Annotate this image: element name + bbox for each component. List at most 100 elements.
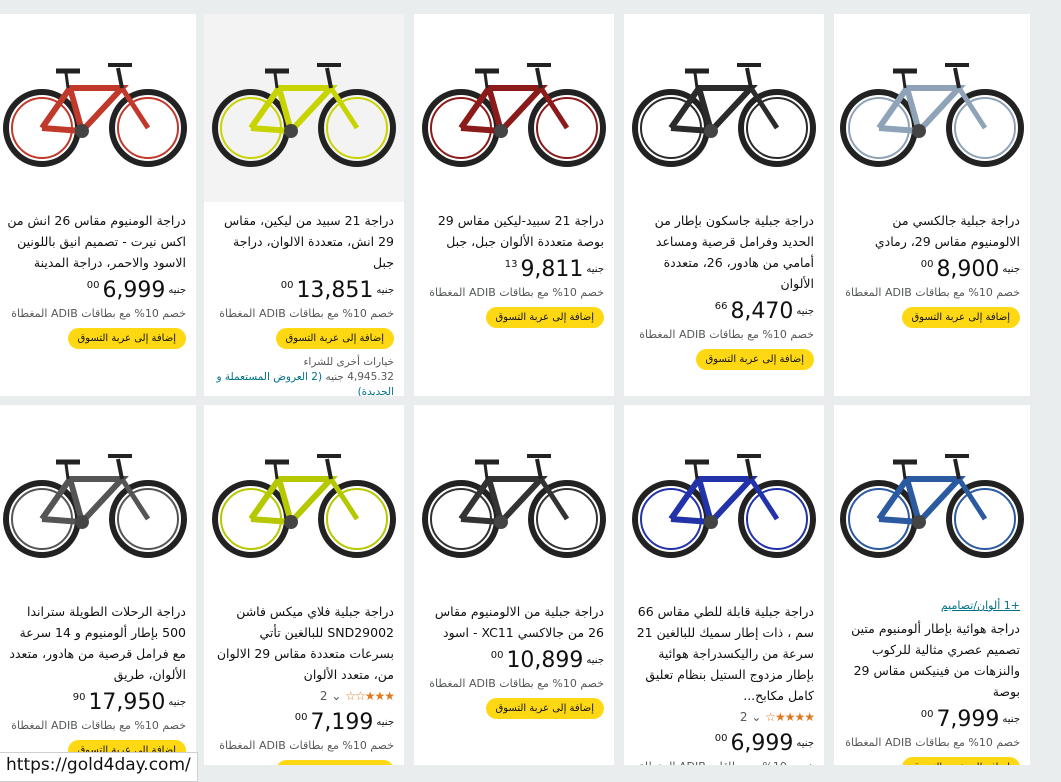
bicycle-icon <box>632 454 816 558</box>
add-to-cart-button[interactable]: إضافة إلى عربة التسوق <box>67 328 186 349</box>
currency-label: جنيه <box>1002 714 1020 725</box>
price-fraction: 00 <box>714 733 728 744</box>
chevron-down-icon: ⌄ <box>751 710 762 724</box>
price-whole: 13,851 <box>296 278 374 303</box>
price-fraction: 00 <box>280 280 294 291</box>
add-to-cart-button[interactable]: إضافة إلى عربة التسوق <box>275 760 394 765</box>
product-image[interactable] <box>414 405 614 593</box>
currency-label: جنيه <box>796 306 814 317</box>
product-card[interactable]: دراجة جبلية قابلة للطي مقاس 66 سم ، ذات … <box>624 405 824 765</box>
price-whole: 8,900 <box>936 257 1000 282</box>
product-image[interactable] <box>0 14 196 202</box>
price: جنيه 13,851 00 <box>214 277 394 305</box>
price: جنيه 8,900 00 <box>844 256 1020 284</box>
product-info: +1 ألوان/تصاميم دراجة هوائية بإطار ألومني… <box>844 599 1020 765</box>
currency-label: جنيه <box>376 717 394 728</box>
product-grid: دراجة جبلية جالكسي من الالومنيوم مقاس 29… <box>0 0 1061 782</box>
currency-label: جنيه <box>376 285 394 296</box>
product-card[interactable]: دراجة جبلية جاسكون بإطار من الحديد وفرام… <box>624 14 824 396</box>
product-title[interactable]: دراجة جبلية قابلة للطي مقاس 66 سم ، ذات … <box>634 601 814 706</box>
add-to-cart-button[interactable]: إضافة إلى عربة التسوق <box>275 328 394 349</box>
price: جنيه 9,811 13 <box>424 256 604 284</box>
product-image[interactable] <box>204 14 404 202</box>
product-title[interactable]: دراجة 21 سبيد-ليكين مقاس 29 بوصة متعددة … <box>424 210 604 252</box>
variants-link[interactable]: +1 ألوان/تصاميم <box>844 599 1020 612</box>
add-to-cart-button[interactable]: إضافة إلى عربة التسوق <box>901 757 1020 765</box>
price-whole: 8,470 <box>730 299 794 324</box>
rating-count: 2 <box>739 710 748 724</box>
product-info: دراجة جبلية قابلة للطي مقاس 66 سم ، ذات … <box>634 601 815 765</box>
bicycle-icon <box>212 63 396 167</box>
currency-label: جنيه <box>796 738 814 749</box>
product-card[interactable]: دراجة 21 سبيد-ليكين مقاس 29 بوصة متعددة … <box>414 14 614 396</box>
product-card[interactable]: دراجة 21 سبيد من ليكين، مقاس 29 انش، متع… <box>204 14 404 396</box>
product-info: دراجة جبلية جالكسي من الالومنيوم مقاس 29… <box>844 210 1020 328</box>
bicycle-icon <box>422 63 606 167</box>
add-to-cart-button[interactable]: إضافة إلى عربة التسوق <box>901 307 1020 328</box>
product-card[interactable]: دراجة الرحلات الطويلة ستراندا 500 بإطار … <box>0 405 196 765</box>
price-fraction: 66 <box>714 301 728 312</box>
price: جنيه 17,950 90 <box>4 689 186 717</box>
add-to-cart-button[interactable]: إضافة إلى عربة التسوق <box>695 349 814 370</box>
rating-count: 2 <box>319 689 328 703</box>
discount-text: خصم 10% مع بطاقات ADIB المغطاة <box>639 328 814 341</box>
bicycle-icon <box>3 454 187 558</box>
product-image[interactable] <box>204 405 404 593</box>
product-title[interactable]: دراجة جبلية من الالومنيوم مقاس 26 من جال… <box>424 601 604 643</box>
price-whole: 7,999 <box>936 707 1000 732</box>
product-image[interactable] <box>624 405 824 593</box>
product-card[interactable]: دراجة الومنيوم مقاس 26 انش من اكس نيرت -… <box>0 14 196 396</box>
price: جنيه 8,470 66 <box>634 298 814 326</box>
price-whole: 6,999 <box>730 731 794 756</box>
add-to-cart-button[interactable]: إضافة إلى عربة التسوق <box>485 698 604 719</box>
product-info: دراجة جبلية جاسكون بإطار من الحديد وفرام… <box>634 210 814 370</box>
price: جنيه 7,199 00 <box>214 709 394 737</box>
currency-label: جنيه <box>168 285 186 296</box>
discount-text: خصم 10% مع بطاقات ADIB المغطاة <box>845 286 1020 299</box>
currency-label: جنيه <box>1002 264 1020 275</box>
product-image[interactable] <box>0 405 196 593</box>
chevron-down-icon: ⌄ <box>331 689 342 703</box>
rating[interactable]: ★★★★☆ ⌄ 2 <box>634 710 815 728</box>
product-image[interactable] <box>624 14 824 202</box>
price: جنيه 6,999 00 <box>4 277 186 305</box>
price-whole: 9,811 <box>520 257 584 282</box>
product-image[interactable] <box>834 405 1030 593</box>
price-fraction: 00 <box>920 709 934 720</box>
price-fraction: 90 <box>72 692 86 703</box>
bicycle-icon <box>3 63 187 167</box>
discount-text: خصم 10% مع بطاقات ADIB المغطاة <box>634 760 814 765</box>
bicycle-icon <box>840 454 1024 558</box>
product-title[interactable]: دراجة هوائية بإطار ألومنيوم متين تصميم ع… <box>844 618 1020 702</box>
discount-text: خصم 10% مع بطاقات ADIB المغطاة <box>845 736 1020 749</box>
product-info: دراجة جبلية من الالومنيوم مقاس 26 من جال… <box>424 601 604 719</box>
bicycle-icon <box>422 454 606 558</box>
price-fraction: 00 <box>490 650 504 661</box>
price-whole: 6,999 <box>102 278 166 303</box>
product-card[interactable]: دراجة جبلية من الالومنيوم مقاس 26 من جال… <box>414 405 614 765</box>
product-title[interactable]: دراجة 21 سبيد من ليكين، مقاس 29 انش، متع… <box>214 210 394 273</box>
discount-text: خصم 10% مع بطاقات ADIB المغطاة <box>11 307 186 320</box>
star-rating-icon: ★★★☆☆ <box>345 689 395 703</box>
price-fraction: 00 <box>86 280 100 291</box>
discount-text: خصم 10% مع بطاقات ADIB المغطاة <box>429 677 604 690</box>
discount-text: خصم 10% مع بطاقات ADIB المغطاة <box>11 719 186 732</box>
price-fraction: 13 <box>504 259 518 270</box>
add-to-cart-button[interactable]: إضافة إلى عربة التسوق <box>485 307 604 328</box>
product-card[interactable]: دراجة جبلية جالكسي من الالومنيوم مقاس 29… <box>834 14 1030 396</box>
product-title[interactable]: دراجة الومنيوم مقاس 26 انش من اكس نيرت -… <box>4 210 186 273</box>
product-image[interactable] <box>834 14 1030 202</box>
rating[interactable]: ★★★☆☆ ⌄ 2 <box>214 689 395 707</box>
product-title[interactable]: دراجة الرحلات الطويلة ستراندا 500 بإطار … <box>4 601 186 685</box>
price-whole: 7,199 <box>310 710 374 735</box>
bicycle-icon <box>212 454 396 558</box>
product-title[interactable]: دراجة جبلية جالكسي من الالومنيوم مقاس 29… <box>844 210 1020 252</box>
product-title[interactable]: دراجة جبلية فلاي ميكس فاشن SND29002 للبا… <box>214 601 394 685</box>
product-card[interactable]: دراجة جبلية فلاي ميكس فاشن SND29002 للبا… <box>204 405 404 765</box>
product-image[interactable] <box>414 14 614 202</box>
currency-label: جنيه <box>168 697 186 708</box>
product-card[interactable]: +1 ألوان/تصاميم دراجة هوائية بإطار ألومني… <box>834 405 1030 765</box>
price: جنيه 10,899 00 <box>424 647 604 675</box>
discount-text: خصم 10% مع بطاقات ADIB المغطاة <box>219 307 394 320</box>
product-title[interactable]: دراجة جبلية جاسكون بإطار من الحديد وفرام… <box>634 210 814 294</box>
